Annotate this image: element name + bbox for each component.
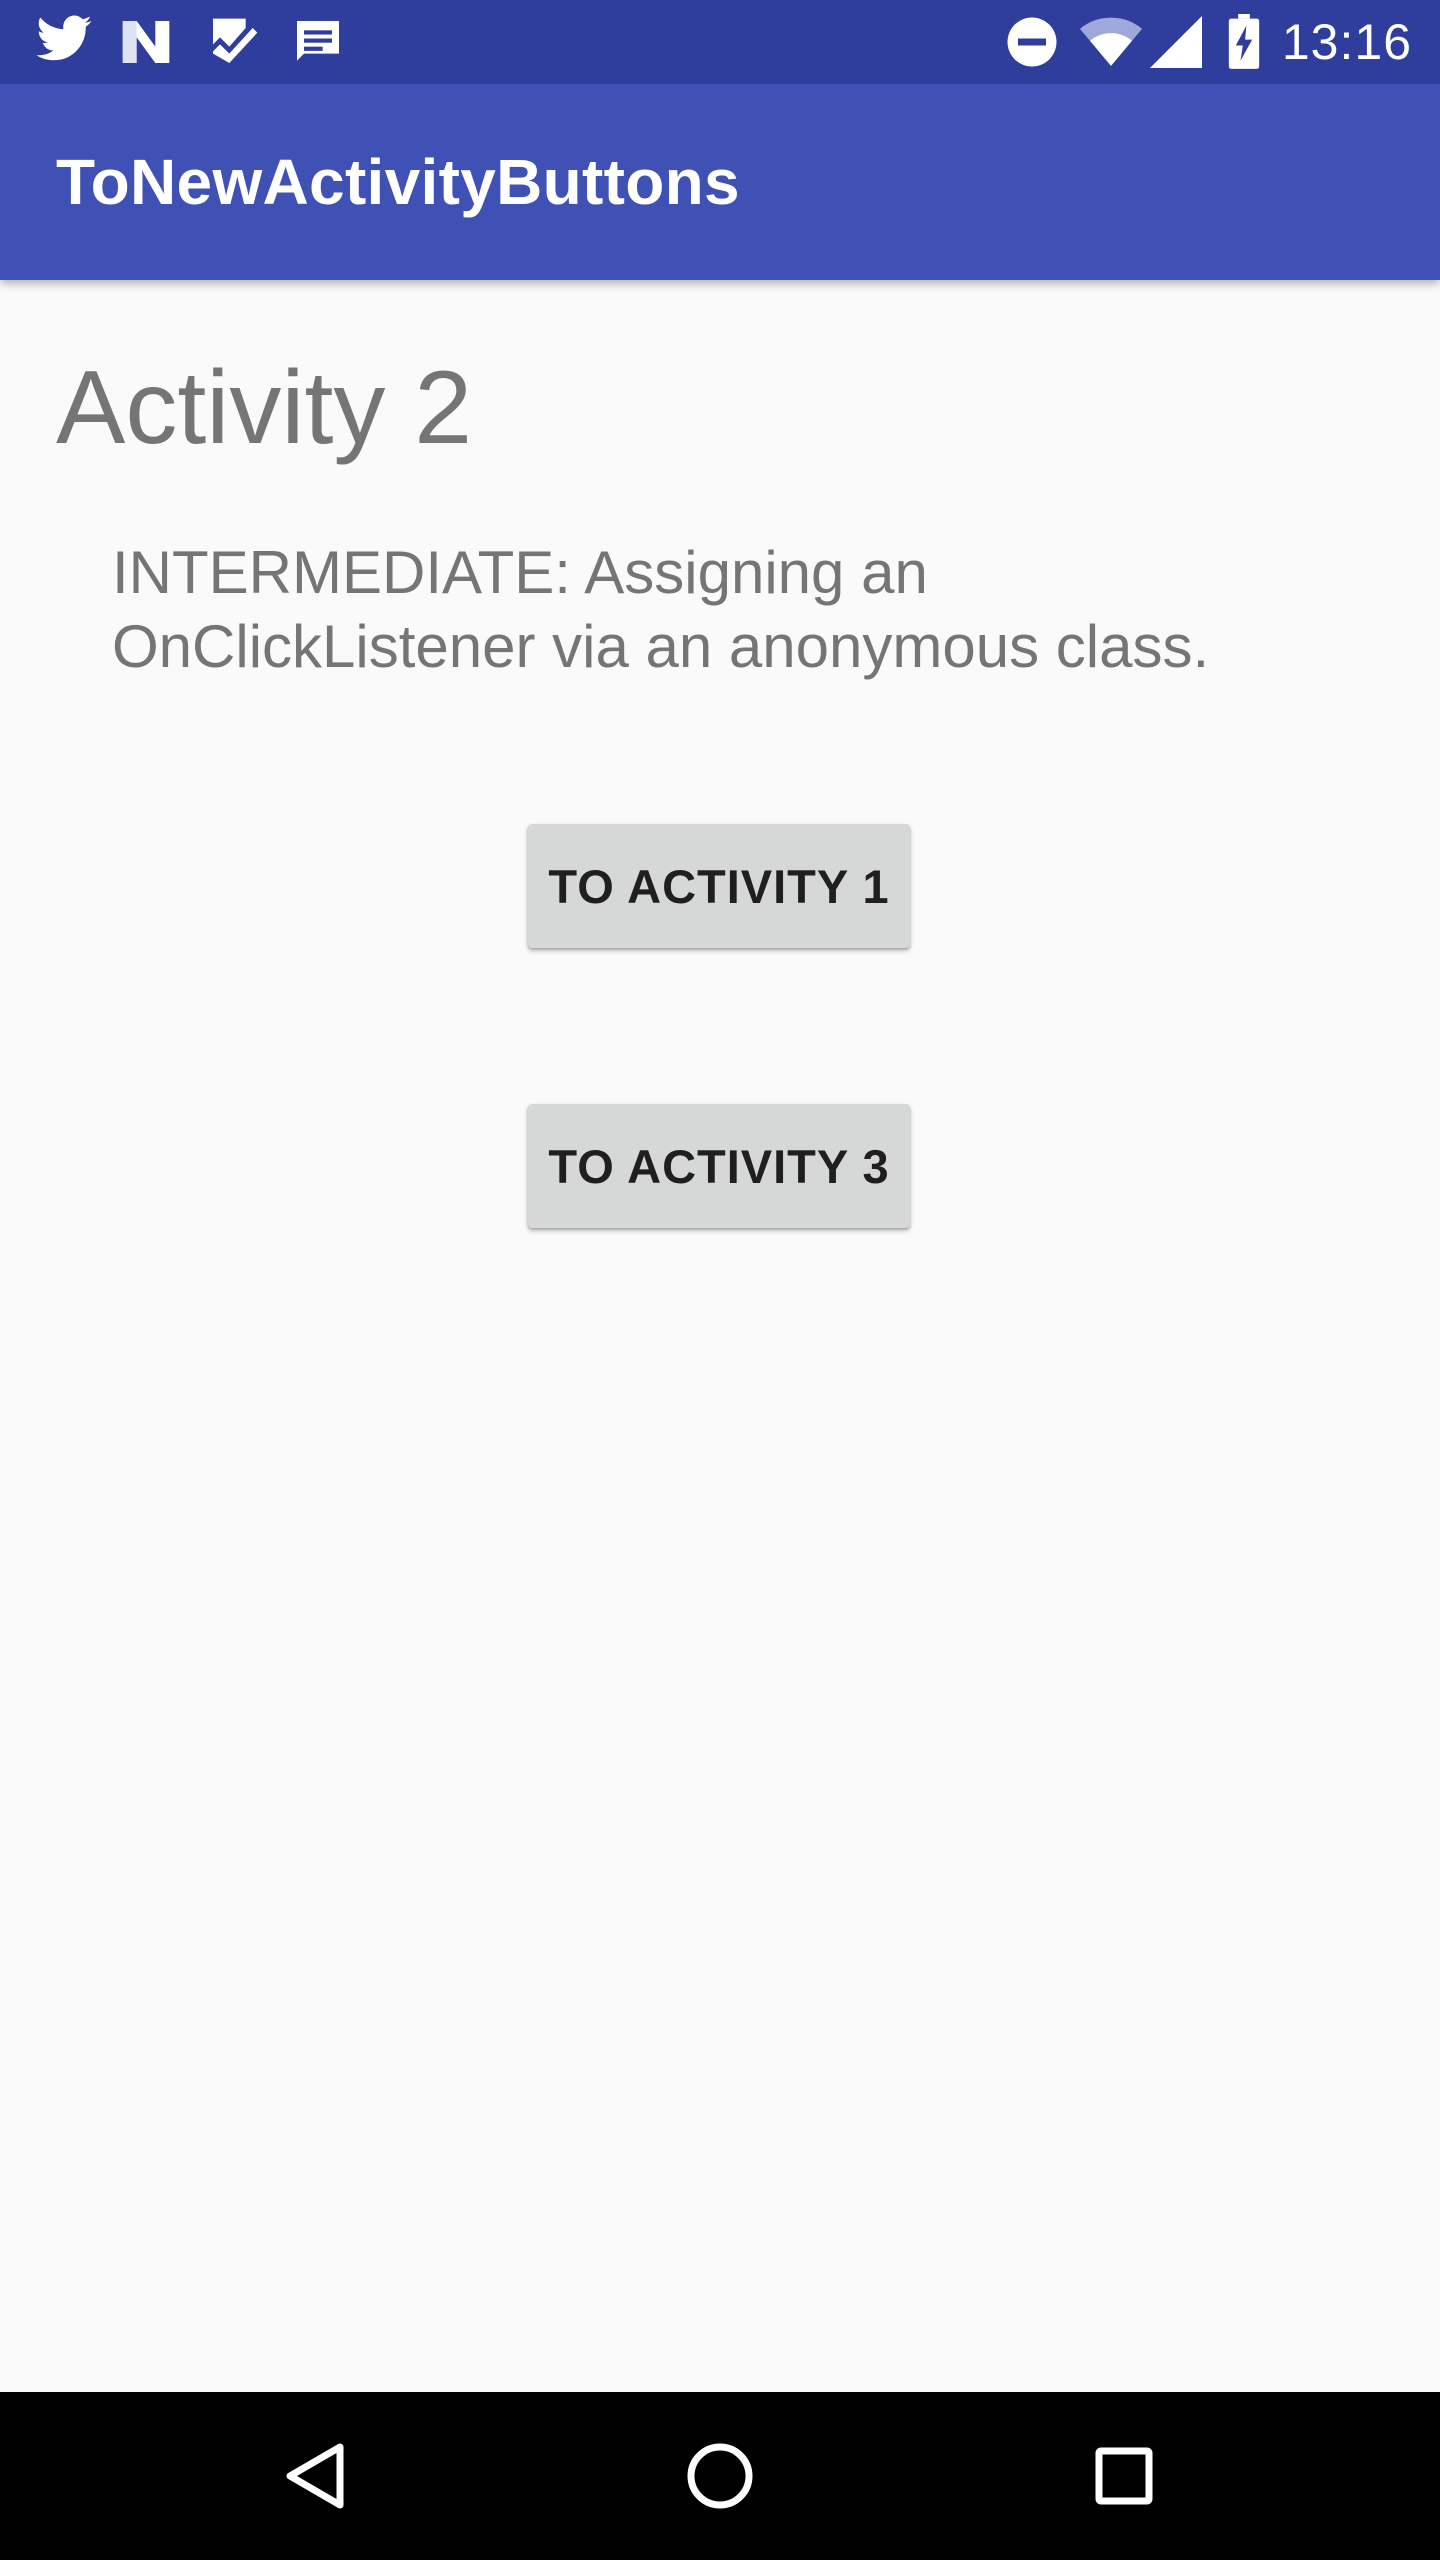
status-bar: 13:16 bbox=[0, 0, 1440, 84]
app-title: ToNewActivityButtons bbox=[56, 146, 740, 218]
twitter-icon bbox=[36, 15, 92, 61]
to-activity-3-button[interactable]: TO ACTIVITY 3 bbox=[528, 1104, 910, 1228]
check-inbox-icon bbox=[213, 18, 258, 63]
status-time: 13:16 bbox=[1281, 14, 1412, 70]
recents-button[interactable] bbox=[1064, 2416, 1184, 2536]
do-not-disturb-icon bbox=[1007, 17, 1057, 67]
page-heading: Activity 2 bbox=[56, 350, 473, 466]
home-button[interactable] bbox=[660, 2416, 780, 2536]
back-icon bbox=[286, 2443, 344, 2509]
cell-signal-icon bbox=[1150, 16, 1202, 68]
n-app-icon bbox=[122, 21, 170, 63]
app-bar: ToNewActivityButtons bbox=[0, 84, 1440, 280]
to-activity-1-button[interactable]: TO ACTIVITY 1 bbox=[528, 824, 910, 948]
home-icon bbox=[687, 2443, 753, 2509]
navigation-bar bbox=[0, 2392, 1440, 2560]
main-content: Activity 2 INTERMEDIATE: Assigning an On… bbox=[0, 280, 1440, 2392]
back-button[interactable] bbox=[256, 2416, 376, 2536]
recents-icon bbox=[1095, 2447, 1153, 2505]
battery-charging-icon bbox=[1228, 14, 1260, 69]
wifi-icon bbox=[1080, 17, 1142, 66]
description-text: INTERMEDIATE: Assigning an OnClickListen… bbox=[112, 539, 1210, 680]
message-icon bbox=[297, 21, 339, 61]
